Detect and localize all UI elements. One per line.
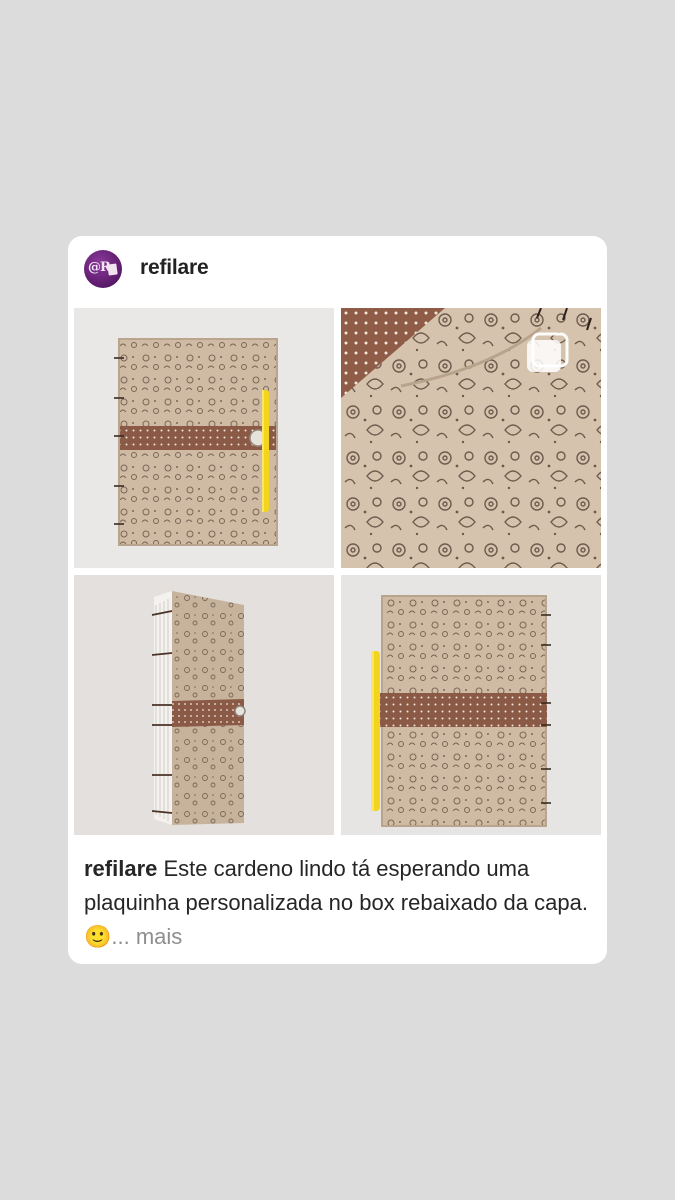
photo-notebook-front[interactable]	[74, 308, 334, 568]
avatar[interactable]: @R	[84, 250, 122, 288]
caption-username[interactable]: refilare	[84, 856, 157, 881]
post-header: @R refilare	[68, 236, 607, 302]
screen: @R refilare refilare Este cardeno lindo …	[0, 0, 675, 1200]
avatar-logo-text: @R	[88, 260, 111, 275]
post-card: @R refilare refilare Este cardeno lindo …	[68, 236, 607, 964]
photo-notebook-back[interactable]	[341, 575, 601, 835]
caption-more-link[interactable]: ... mais	[111, 924, 182, 949]
notebook-side-image	[74, 575, 334, 835]
photo-grid[interactable]	[74, 308, 601, 835]
post-caption: refilare Este cardeno lindo tá esperando…	[84, 852, 596, 954]
book-icon	[107, 263, 118, 276]
notebook-front-image	[74, 308, 334, 568]
notebook-back-image	[341, 575, 601, 835]
smile-emoji-icon: 🙂	[84, 924, 112, 949]
caption-text: Este cardeno lindo tá esperando uma plaq…	[84, 856, 588, 915]
photo-fabric-closeup[interactable]	[341, 308, 601, 568]
post-username[interactable]: refilare	[140, 256, 209, 280]
photo-notebook-side[interactable]	[74, 575, 334, 835]
fabric-closeup-image	[341, 308, 601, 568]
